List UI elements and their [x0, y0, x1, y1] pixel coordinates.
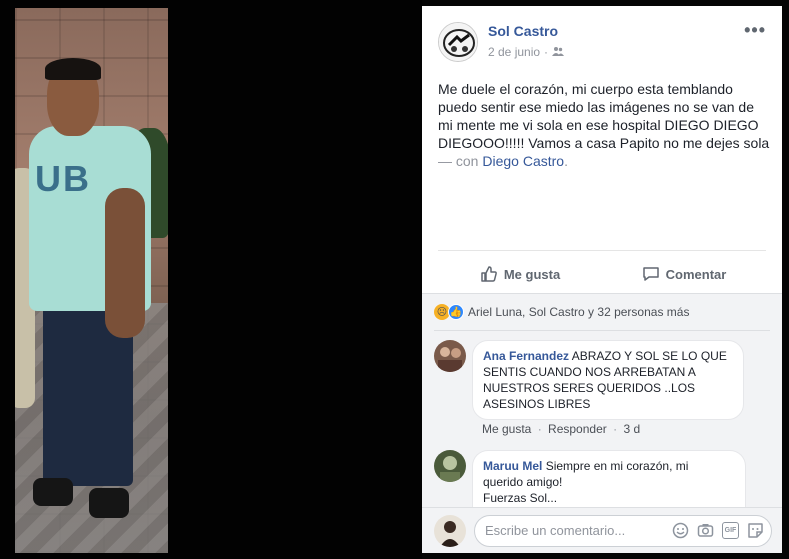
comment-label: Comentar	[665, 266, 727, 282]
photo-hair	[45, 58, 101, 80]
commenter-name[interactable]: Ana Fernandez	[483, 349, 569, 363]
photo-shoe-left	[33, 478, 73, 506]
comment-actions: Me gusta · Responder · 3 d	[482, 422, 641, 436]
emoji-icon[interactable]	[672, 522, 689, 539]
comment-text-line3: Fuerzas Sol...	[483, 491, 558, 505]
comment-text-line2: querido amigo!	[483, 475, 563, 489]
comment-bubble: Maruu Mel Siempre en mi corazón, mi quer…	[472, 450, 746, 510]
post-text: Me duele el corazón, mi cuerpo esta temb…	[438, 80, 770, 170]
current-user-avatar	[434, 515, 466, 547]
comment-button[interactable]: Comentar	[602, 258, 766, 290]
comment-item: Maruu Mel Siempre en mi corazón, mi quer…	[434, 450, 770, 510]
audience-friends-icon[interactable]	[552, 45, 565, 59]
thumbs-up-icon	[481, 266, 497, 282]
gif-icon[interactable]: GIF	[722, 522, 739, 539]
photo-area[interactable]: UB	[0, 0, 422, 559]
post-date[interactable]: 2 de junio	[488, 45, 540, 59]
actions-divider	[438, 250, 766, 251]
like-button[interactable]: Me gusta	[438, 258, 602, 290]
author-avatar-image	[439, 23, 477, 61]
composer-icons: GIF	[672, 522, 764, 539]
more-options-button[interactable]: •••	[744, 20, 766, 41]
reactions-summary[interactable]: ☹ 👍 Ariel Luna, Sol Castro y 32 personas…	[434, 304, 689, 320]
comment-reply-link[interactable]: Responder	[548, 422, 607, 436]
post-side-panel: Sol Castro 2 de junio · ••• Me duele el …	[422, 6, 782, 553]
post-body: Me duele el corazón, mi cuerpo esta temb…	[438, 81, 770, 151]
like-reaction-icon: 👍	[448, 304, 464, 320]
with-label: — con	[438, 153, 479, 169]
photo-viewer: UB Sol Castro 2 de junio · ••• Me duele …	[0, 0, 789, 559]
author-avatar[interactable]	[438, 22, 478, 62]
meta-separator: ·	[544, 45, 549, 59]
commenter-avatar[interactable]	[434, 450, 466, 482]
comment-item: Ana Fernandez ABRAZO Y SOL SE LO QUE SEN…	[434, 340, 770, 436]
comment-composer: Escribe un comentario... GIF	[422, 507, 782, 553]
commenter-avatar[interactable]	[434, 340, 466, 372]
photo-arm	[105, 188, 145, 338]
comment-text-line1: Siempre en mi corazón, mi	[545, 459, 689, 473]
author-name[interactable]: Sol Castro	[488, 23, 558, 39]
post-photo[interactable]: UB	[15, 8, 168, 553]
tagged-suffix: .	[564, 153, 568, 169]
reactions-names[interactable]: Ariel Luna, Sol Castro y 32 personas más	[468, 305, 689, 319]
comment-bubble: Ana Fernandez ABRAZO Y SOL SE LO QUE SEN…	[472, 340, 744, 420]
comments-section: ☹ 👍 Ariel Luna, Sol Castro y 32 personas…	[422, 293, 782, 553]
post-meta: 2 de junio ·	[488, 45, 565, 59]
comment-time[interactable]: 3 d	[623, 422, 640, 436]
photo-shirt-print: UB	[35, 158, 91, 199]
like-label: Me gusta	[503, 266, 561, 282]
commenter-name[interactable]: Maruu Mel	[483, 459, 542, 473]
camera-icon[interactable]	[697, 522, 714, 539]
comment-like-link[interactable]: Me gusta	[482, 422, 531, 436]
comment-icon	[642, 267, 659, 281]
tagged-person-link[interactable]: Diego Castro	[482, 153, 564, 169]
post-actions: Me gusta Comentar	[438, 258, 766, 290]
sticker-icon[interactable]	[747, 522, 764, 539]
post-header: Sol Castro 2 de junio · •••	[438, 20, 766, 64]
reactions-divider	[434, 330, 770, 331]
photo-shoe-right	[89, 488, 129, 518]
